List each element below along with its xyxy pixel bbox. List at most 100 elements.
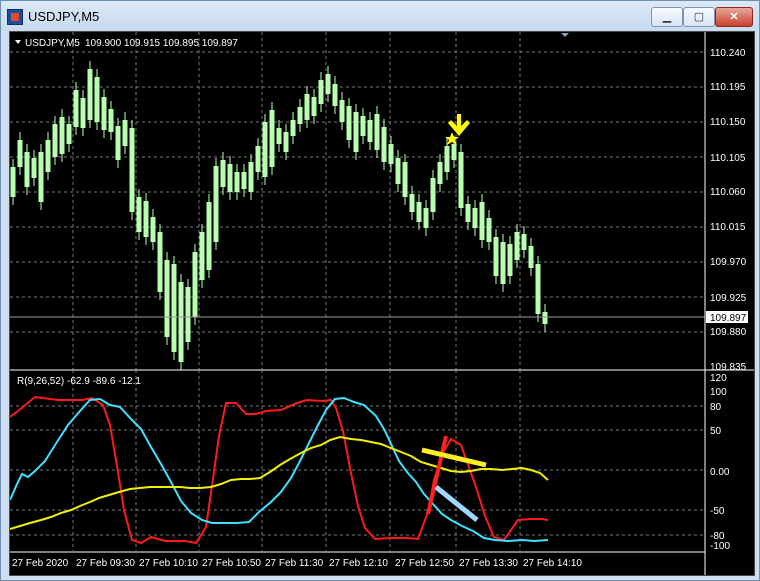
candle-body xyxy=(241,172,247,189)
candle-body xyxy=(360,116,366,136)
candle-body xyxy=(24,152,30,187)
candle-body xyxy=(388,144,394,164)
candle-body xyxy=(500,242,506,284)
price-label: 110.105 xyxy=(710,153,746,164)
trendline-red-drawing[interactable] xyxy=(426,435,448,515)
candle-body xyxy=(94,77,100,122)
price-label: 109.970 xyxy=(710,257,747,268)
indicator-axis[interactable]: 120 100 80 50 0.00 -50 -80 -100 xyxy=(710,373,730,552)
chart-area[interactable]: USDJPY,M5 109.900 109.915 109.895 109.89… xyxy=(9,31,755,576)
chart-window: USDJPY,M5 ▁ ▢ ✕ USDJPY,M5 109.900 109.91… xyxy=(0,0,760,581)
indicator-label: R(9,26,52) -62.9 -89.6 -12.1 xyxy=(17,376,141,387)
indicator-panel[interactable]: R(9,26,52) -62.9 -89.6 -12.1 xyxy=(9,370,705,552)
candle-body xyxy=(192,252,198,317)
candle-body xyxy=(514,232,520,260)
candle-body xyxy=(346,106,352,140)
indicator-level-label: 120 xyxy=(710,373,727,384)
candle-body xyxy=(59,117,65,154)
chart-menu-triangle-icon[interactable] xyxy=(15,40,21,44)
price-panel[interactable]: USDJPY,M5 109.900 109.915 109.895 109.89… xyxy=(10,32,705,370)
candle-body xyxy=(430,178,436,212)
candle-body xyxy=(199,232,205,280)
price-axis[interactable]: 110.240 110.195 110.150 110.105 110.060 … xyxy=(706,48,748,373)
candle-body xyxy=(157,232,163,292)
indicator-level-label: 80 xyxy=(710,402,722,413)
candle-body xyxy=(402,162,408,197)
candlesticks xyxy=(10,61,548,370)
time-label: 27 Feb 12:50 xyxy=(395,558,454,569)
candle-body xyxy=(353,112,359,152)
candle-body xyxy=(276,128,282,144)
candle-body xyxy=(507,244,513,276)
time-label: 27 Feb 14:10 xyxy=(523,558,582,569)
candle-body xyxy=(437,162,443,184)
trendline-yellow-drawing[interactable] xyxy=(421,447,487,468)
candle-body xyxy=(381,127,387,162)
indicator-level-label: -50 xyxy=(710,506,725,517)
candle-body xyxy=(164,260,170,337)
candle-body xyxy=(458,152,464,208)
candle-body xyxy=(178,282,184,362)
indicator-level-label: -100 xyxy=(710,541,730,552)
candle-body xyxy=(528,246,534,268)
candle-body xyxy=(136,197,142,232)
candle-body xyxy=(227,164,233,192)
maximize-button[interactable]: ▢ xyxy=(683,7,715,27)
candle-body xyxy=(423,208,429,228)
candle-body xyxy=(129,128,135,212)
time-label: 27 Feb 10:50 xyxy=(202,558,261,569)
candle-body xyxy=(332,84,338,106)
candle-body xyxy=(45,140,51,172)
close-button[interactable]: ✕ xyxy=(715,7,753,27)
candle-body xyxy=(66,124,72,144)
candle-body xyxy=(444,146,450,172)
candle-body xyxy=(479,202,485,240)
candle-body xyxy=(108,109,114,132)
candle-body xyxy=(213,166,219,242)
time-label: 27 Feb 10:10 xyxy=(139,558,198,569)
candle-body xyxy=(206,202,212,270)
candle-body xyxy=(465,204,471,222)
candle-body xyxy=(367,120,373,142)
time-label: 27 Feb 2020 xyxy=(12,558,69,569)
window-title: USDJPY,M5 xyxy=(28,9,100,24)
time-label: 27 Feb 12:10 xyxy=(329,558,388,569)
ohlc-values: 109.900 109.915 109.895 109.897 xyxy=(85,38,238,49)
symbol-timeframe: USDJPY,M5 xyxy=(25,38,80,49)
candle-body xyxy=(493,237,499,276)
candle-body xyxy=(283,132,289,152)
signal-arrow-icon[interactable] xyxy=(448,114,470,136)
candle-body xyxy=(297,107,303,124)
candle-body xyxy=(535,264,541,314)
candle-body xyxy=(451,144,457,160)
candle-body xyxy=(339,100,345,122)
candle-body xyxy=(521,234,527,250)
candle-body xyxy=(115,126,121,160)
candle-body xyxy=(101,97,107,130)
candle-body xyxy=(185,287,191,342)
candle-body xyxy=(80,98,86,128)
indicator-level-label: 0.00 xyxy=(710,467,730,478)
candle-body xyxy=(73,90,79,127)
candle-body xyxy=(395,158,401,184)
candle-body xyxy=(416,202,422,222)
price-label: 110.240 xyxy=(710,48,746,59)
candle-body xyxy=(248,162,254,192)
time-label: 27 Feb 11:30 xyxy=(265,558,324,569)
candle-body xyxy=(220,160,226,187)
chart-shift-marker-icon[interactable] xyxy=(561,33,569,37)
price-label: 110.195 xyxy=(710,82,746,93)
candle-body xyxy=(143,201,149,237)
candle-body xyxy=(325,74,331,94)
candle-body xyxy=(269,110,275,167)
candle-body xyxy=(234,172,240,192)
price-label: 110.015 xyxy=(710,222,746,233)
minimize-button[interactable]: ▁ xyxy=(651,7,683,27)
price-label: 109.925 xyxy=(710,293,747,304)
title-bar[interactable]: USDJPY,M5 ▁ ▢ ✕ xyxy=(1,1,759,31)
price-label: 109.880 xyxy=(710,327,747,338)
indicator-level-label: 100 xyxy=(710,387,727,398)
candle-body xyxy=(52,124,58,157)
candle-body xyxy=(31,158,37,178)
time-axis[interactable]: 27 Feb 2020 27 Feb 09:30 27 Feb 10:10 27… xyxy=(12,558,582,569)
